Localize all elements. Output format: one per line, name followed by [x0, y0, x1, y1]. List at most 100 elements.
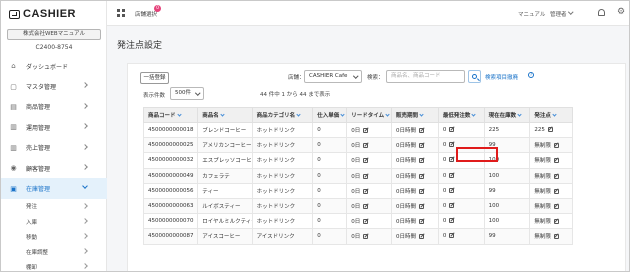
table-cell[interactable]: 0日時間 — [391, 121, 439, 139]
sidebar-subitem-4[interactable]: 棚卸 — [1, 259, 107, 271]
search-input[interactable]: 商品名、商品コード — [386, 70, 465, 83]
edit-icon[interactable] — [449, 127, 455, 133]
edit-icon[interactable] — [419, 158, 424, 164]
sidebar-item-1[interactable]: ▢ マスタ管理 — [1, 76, 107, 96]
table-cell[interactable]: 無制限 — [529, 167, 573, 184]
table-cell[interactable]: 無制限 — [529, 228, 573, 245]
edit-icon[interactable] — [553, 234, 559, 240]
edit-icon[interactable] — [449, 233, 455, 239]
edit-icon[interactable] — [363, 143, 369, 149]
edit-icon[interactable] — [449, 142, 455, 148]
edit-icon[interactable] — [363, 128, 369, 134]
sidebar-subitem-2[interactable]: 移動 — [1, 229, 107, 244]
edit-icon[interactable] — [419, 204, 424, 210]
table-cell: ホットドリンク — [251, 167, 314, 184]
sidebar-subitem-3[interactable]: 在庫調整 — [1, 244, 107, 259]
edit-icon[interactable] — [363, 204, 369, 210]
edit-icon[interactable] — [553, 204, 559, 210]
column-header[interactable]: 商品コード — [142, 107, 199, 123]
edit-icon[interactable] — [363, 173, 369, 179]
edit-icon[interactable] — [547, 127, 553, 133]
edit-icon[interactable] — [363, 234, 369, 240]
table-cell[interactable]: 0日時間 — [391, 182, 439, 199]
column-header[interactable]: 商品カテゴリ名 — [251, 107, 314, 123]
sidebar-item-4[interactable]: ▥ 売上管理 — [1, 138, 107, 158]
bulk-register-button[interactable]: 一括登録 — [140, 72, 169, 84]
edit-icon[interactable] — [419, 234, 424, 240]
manual-link[interactable]: マニュアル — [518, 10, 545, 18]
table-cell[interactable]: 0日時間 — [391, 228, 439, 245]
logo[interactable]: CASHIER — [9, 8, 76, 20]
table-cell[interactable]: 無制限 — [529, 213, 573, 230]
edit-icon[interactable] — [449, 157, 455, 163]
edit-icon[interactable] — [449, 172, 455, 178]
edit-icon[interactable] — [553, 188, 559, 194]
edit-icon[interactable] — [419, 128, 424, 134]
table-cell[interactable]: 0 — [437, 197, 485, 215]
bell-icon[interactable] — [598, 9, 605, 16]
table-cell[interactable]: 0日時間 — [391, 213, 439, 230]
table-cell[interactable]: 0 — [437, 167, 485, 184]
edit-icon[interactable] — [419, 173, 424, 179]
table-cell[interactable]: 0日 — [346, 228, 392, 245]
table-cell[interactable]: 0日時間 — [391, 152, 439, 169]
table-cell[interactable]: 無制限 — [529, 182, 573, 199]
store-select[interactable]: CASHIER Cafe — [304, 70, 362, 83]
edit-icon[interactable] — [449, 187, 455, 193]
table-cell[interactable]: 0 — [437, 182, 485, 199]
table-cell[interactable]: 0日時間 — [391, 197, 439, 215]
edit-icon[interactable] — [363, 158, 369, 164]
chevron-down-icon[interactable] — [568, 9, 574, 15]
table-cell[interactable]: 0日 — [346, 182, 392, 199]
table-cell[interactable]: 225 — [529, 121, 573, 139]
table-cell[interactable]: 0日時間 — [391, 167, 439, 184]
gear-icon[interactable]: ⚙ — [617, 8, 625, 17]
column-header[interactable]: 最低発注数 — [437, 107, 485, 123]
table-cell[interactable]: 0日 — [346, 121, 392, 139]
search-button[interactable] — [468, 70, 481, 83]
help-icon[interactable]: ? — [528, 72, 534, 78]
sidebar-item-2[interactable]: ▤ 商品管理 — [1, 97, 107, 117]
table-cell[interactable]: 0日時間 — [391, 137, 439, 154]
sidebar-item-5[interactable]: ◉ 顧客管理 — [1, 158, 107, 178]
table-cell[interactable]: 0日 — [346, 167, 392, 184]
table-cell[interactable]: 0 — [437, 121, 485, 139]
sidebar-item-3[interactable]: ▥ 運用管理 — [1, 117, 107, 137]
table-cell[interactable]: 0 — [437, 228, 485, 245]
edit-icon[interactable] — [553, 143, 559, 149]
table-cell[interactable]: 0日 — [346, 152, 392, 169]
edit-icon[interactable] — [419, 219, 424, 225]
column-header[interactable]: リードタイム — [346, 107, 392, 123]
table-cell[interactable]: 0日 — [346, 197, 392, 215]
table-cell[interactable]: 無制限 — [529, 197, 573, 215]
edit-icon[interactable] — [363, 219, 369, 225]
edit-icon[interactable] — [419, 143, 424, 149]
apps-grid-icon[interactable] — [117, 9, 125, 17]
store-select-link[interactable]: 店舗選択 — [135, 10, 157, 18]
search-settings-link[interactable]: 検索項目撤廃 — [485, 73, 518, 81]
sidebar-item-0[interactable]: ⌂ ダッシュボード — [1, 56, 107, 76]
edit-icon[interactable] — [419, 188, 424, 194]
column-header[interactable]: 発注点 — [529, 107, 573, 123]
table-cell[interactable]: 0日 — [346, 213, 392, 230]
sidebar-subitem-0[interactable]: 発注 — [1, 199, 107, 214]
edit-icon[interactable] — [449, 203, 455, 209]
column-header[interactable]: 販売期間 — [391, 107, 439, 123]
table-cell[interactable]: 0 — [437, 213, 485, 230]
sidebar-subitem-1[interactable]: 入庫 — [1, 214, 107, 229]
table-cell[interactable]: 0日 — [346, 137, 392, 154]
column-header[interactable]: 商品名 — [197, 107, 253, 123]
edit-icon[interactable] — [363, 188, 369, 194]
sidebar-item-6[interactable]: ▣ 在庫管理 — [1, 178, 107, 199]
table-cell[interactable]: 無制限 — [529, 152, 573, 169]
column-header[interactable]: 仕入単価 — [312, 107, 348, 123]
user-menu[interactable]: 管理者 — [550, 10, 567, 18]
edit-icon[interactable] — [553, 158, 559, 164]
edit-icon[interactable] — [553, 219, 559, 225]
column-header-label: 最低発注数 — [442, 113, 471, 119]
edit-icon[interactable] — [449, 218, 455, 224]
table-cell[interactable]: 無制限 — [529, 137, 573, 154]
edit-icon[interactable] — [553, 173, 559, 179]
column-header[interactable]: 現在在庫数 — [483, 107, 531, 123]
per-page-select[interactable]: 500件 — [170, 87, 204, 100]
